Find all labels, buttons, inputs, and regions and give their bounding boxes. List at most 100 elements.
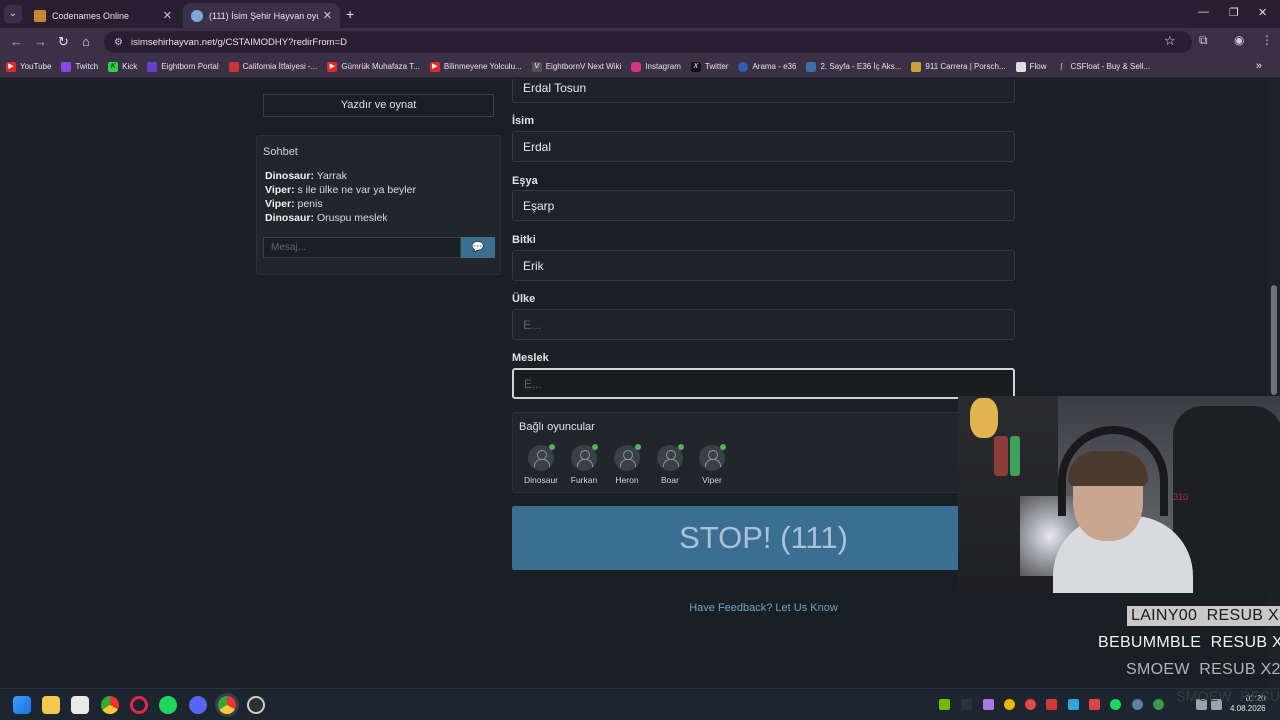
home-icon[interactable]: ⌂ [82, 34, 90, 49]
bookmark-label: 911 Carrera | Porsch... [925, 62, 1006, 71]
online-dot [678, 444, 684, 450]
close-tab-icon[interactable]: ✕ [323, 9, 332, 22]
connected-players-panel: Bağlı oyuncular Dinosaur Furkan Heron Bo… [512, 412, 1015, 493]
resub-alert: SMOEW RESUB X [1176, 688, 1280, 704]
bookmark-arama-e36[interactable]: Arama - e36 [738, 61, 796, 72]
youtube-icon: ▶ [429, 61, 440, 72]
bookmark-e36-ic[interactable]: 2. Sayfa - E36 İç Aks... [806, 61, 902, 72]
bookmark-eightbornv-wiki[interactable]: V EightbornV Next Wiki [531, 61, 621, 72]
close-tab-icon[interactable]: ✕ [163, 9, 172, 22]
back-arrow-icon[interactable]: ← [10, 34, 23, 49]
minimize-icon[interactable]: — [1198, 6, 1209, 18]
tray-app-icon[interactable] [1089, 699, 1100, 710]
alert-user: BEBUMMBLE [1098, 634, 1202, 651]
previous-answer-field[interactable] [512, 79, 1015, 103]
player-name: Viper [702, 475, 722, 485]
field-label-ulke: Ülke [512, 293, 536, 305]
eightborn-icon [147, 61, 158, 72]
alert-user: SMOEW [1176, 688, 1232, 704]
bookmark-label: Instagram [645, 62, 681, 71]
tray-nvidia-icon[interactable] [939, 699, 950, 710]
bookmark-label: 2. Sayfa - E36 İç Aks... [820, 62, 902, 71]
chat-message: Dinosaur: Yarrak [265, 169, 416, 183]
tray-app-icon[interactable] [983, 699, 994, 710]
tab-codenames[interactable]: Codenames Online ✕ [26, 3, 180, 28]
bookmark-label: Gümrük Muhafaza T... [341, 62, 420, 71]
more-bookmarks-icon[interactable]: » [1256, 60, 1262, 72]
bookmark-california[interactable]: California İtfaiyesi -... [228, 61, 317, 72]
tray-app-icon[interactable] [1153, 699, 1164, 710]
bookmark-kick[interactable]: K Kick [108, 61, 137, 72]
online-dot [592, 444, 598, 450]
store-icon[interactable] [71, 696, 89, 714]
print-and-play-button[interactable]: Yazdır ve oynat [263, 94, 494, 117]
speech-bubble-icon: 💬 [471, 242, 485, 253]
tray-steam-icon[interactable] [1132, 699, 1143, 710]
new-tab-icon[interactable]: + [346, 6, 354, 22]
obs-icon[interactable] [247, 696, 265, 714]
bookmark-csfloat[interactable]: ∫ CSFloat - Buy & Sell... [1056, 61, 1150, 72]
restore-icon[interactable]: ❐ [1229, 6, 1239, 19]
bookmark-flow[interactable]: Flow [1015, 61, 1046, 72]
player-boar: Boar [648, 444, 692, 485]
bookmark-twitter[interactable]: X Twitter [690, 61, 728, 72]
reload-icon[interactable]: ↻ [58, 34, 69, 50]
scrollbar-thumb[interactable] [1271, 285, 1277, 395]
webcam-rgb-light [994, 436, 1008, 476]
codenames-favicon-icon [34, 9, 46, 22]
tray-chrome-icon[interactable] [1004, 699, 1015, 710]
bookmark-twitch[interactable]: Twitch [61, 61, 99, 72]
site-info-icon[interactable]: ⚙ [114, 37, 123, 48]
forward-arrow-icon[interactable]: → [34, 34, 47, 49]
opera-gx-icon[interactable] [130, 696, 148, 714]
bookmark-label: Twitch [75, 62, 99, 71]
tab-isim-sehir[interactable]: (111) İsim Şehir Hayvan oyunun ✕ [183, 3, 340, 28]
tray-chevron-icon[interactable] [961, 699, 972, 710]
feedback-link[interactable]: Have Feedback? Let Us Know [512, 602, 1015, 614]
address-bar[interactable]: ⚙ isimsehirhayvan.net/g/CSTAIMODHY?redir… [104, 31, 1192, 53]
tab-search-button[interactable]: ⌄ [4, 5, 22, 23]
ulke-input[interactable] [512, 309, 1015, 340]
bookmark-instagram[interactable]: Instagram [631, 61, 681, 72]
esya-input[interactable] [512, 190, 1015, 221]
discord-icon[interactable] [189, 696, 207, 714]
chat-user: Viper: [265, 198, 295, 210]
isim-input[interactable] [512, 131, 1015, 162]
close-window-icon[interactable]: ✕ [1258, 6, 1267, 19]
user-avatar-icon [571, 444, 598, 471]
tray-shield-icon[interactable] [1068, 699, 1079, 710]
chat-message: Viper: penis [265, 197, 416, 211]
bookmark-youtube[interactable]: ▶ YouTube [6, 61, 51, 72]
spotify-icon[interactable] [159, 696, 177, 714]
twitch-icon [61, 61, 72, 72]
browser-toolbar: ← → ↻ ⌂ ⚙ isimsehirhayvan.net/g/CSTAIMOD… [0, 28, 1280, 56]
chrome-active-icon[interactable] [218, 696, 236, 714]
online-dot [635, 444, 641, 450]
chrome-icon[interactable] [101, 696, 119, 714]
bookmark-bilinmeyene[interactable]: ▶ Bilinmeyene Yolculu... [429, 61, 522, 72]
field-label-bitki: Bitki [512, 234, 536, 246]
bookmark-gumruk[interactable]: ▶ Gümrük Muhafaza T... [327, 61, 420, 72]
bitki-input[interactable] [512, 250, 1015, 281]
meslek-input[interactable] [512, 368, 1015, 399]
resub-alert: LAINY00 RESUB X3 [1127, 606, 1280, 626]
menu-kebab-icon[interactable]: ⋮ [1261, 33, 1273, 47]
file-explorer-icon[interactable] [42, 696, 60, 714]
field-label-isim: İsim [512, 115, 535, 127]
chat-message-input[interactable] [263, 237, 461, 258]
porsche-crest-icon [911, 61, 922, 72]
tray-steelseries-icon[interactable] [1025, 699, 1036, 710]
chat-user: Dinosaur: [265, 170, 315, 182]
stop-button[interactable]: STOP! (111) [512, 506, 1015, 570]
bookmark-porsche[interactable]: 911 Carrera | Porsch... [911, 61, 1006, 72]
send-message-button[interactable]: 💬 [461, 237, 495, 258]
extensions-icon[interactable]: ⧉ [1199, 33, 1208, 48]
tray-download-icon[interactable] [1046, 699, 1057, 710]
windows-start-icon[interactable] [13, 696, 31, 714]
page-scrollbar[interactable] [1268, 79, 1280, 688]
bookmark-eightborn[interactable]: Eightborn Portal [147, 61, 219, 72]
bookmark-star-icon[interactable]: ☆ [1164, 33, 1176, 49]
profile-avatar-icon[interactable]: ◉ [1234, 33, 1244, 47]
tray-spotify-icon[interactable] [1110, 699, 1121, 710]
player-name: Furkan [570, 475, 598, 485]
